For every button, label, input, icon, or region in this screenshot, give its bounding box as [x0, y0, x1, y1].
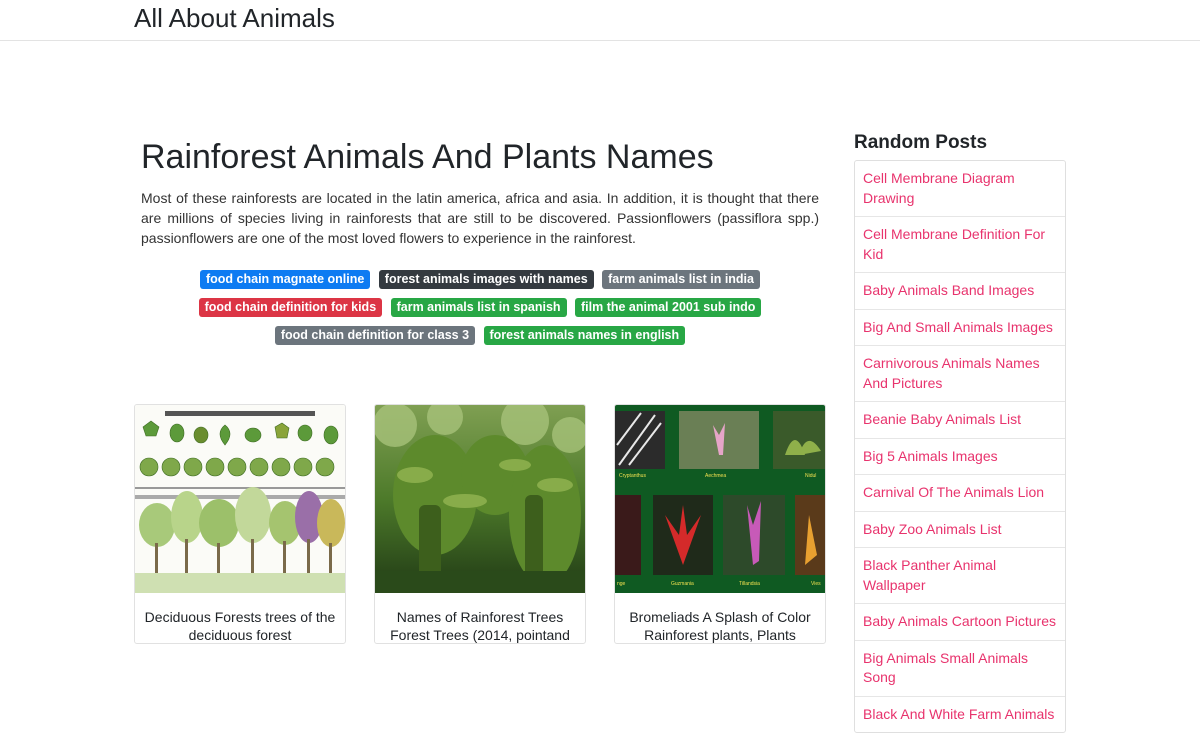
- tag-badge[interactable]: film the animal 2001 sub indo: [575, 298, 762, 317]
- random-post-link[interactable]: Carnival Of The Animals Lion: [855, 475, 1065, 512]
- page-title: Rainforest Animals And Plants Names: [141, 138, 714, 176]
- tag-badge[interactable]: food chain definition for class 3: [274, 326, 476, 345]
- top-navbar: All About Animals: [0, 0, 1200, 41]
- deciduous-forest-image: [135, 405, 345, 593]
- svg-text:Vies: Vies: [811, 581, 821, 587]
- tag-badge[interactable]: farm animals list in india: [602, 270, 760, 289]
- random-post-link[interactable]: Baby Zoo Animals List: [855, 512, 1065, 548]
- random-post-link[interactable]: Black Panther Animal Wallpaper: [855, 548, 1065, 604]
- card-caption[interactable]: Bromeliads A Splash of Color Rainforest …: [621, 608, 819, 643]
- svg-text:nge: nge: [617, 581, 626, 587]
- random-post-link[interactable]: Carnivorous Animals Names And Pictures: [855, 346, 1065, 402]
- random-post-link[interactable]: Big 5 Animals Images: [855, 439, 1065, 475]
- tag-badge[interactable]: food chain definition for kids: [198, 298, 383, 317]
- random-post-link[interactable]: Cell Membrane Diagram Drawing: [855, 161, 1065, 217]
- svg-text:Aechmea: Aechmea: [705, 473, 726, 479]
- svg-text:Tillandsia: Tillandsia: [739, 581, 760, 587]
- tag-badge[interactable]: forest animals images with names: [378, 270, 594, 289]
- random-post-link[interactable]: Cell Membrane Definition For Kid: [855, 217, 1065, 273]
- random-post-link[interactable]: Beanie Baby Animals List: [855, 402, 1065, 439]
- bromeliads-collage-image: Cryptanthus Aechmea Nidul nge Guzmania Tilla…: [615, 405, 825, 593]
- rainforest-trees-image: [375, 405, 585, 593]
- tag-badge[interactable]: farm animals list in spanish: [390, 298, 567, 317]
- sidebar-title: Random Posts: [854, 132, 988, 153]
- tag-badge[interactable]: forest animals names in english: [483, 326, 686, 345]
- svg-text:Guzmania: Guzmania: [671, 581, 694, 587]
- random-post-link[interactable]: Big And Small Animals Images: [855, 310, 1065, 346]
- svg-text:Cryptanthus: Cryptanthus: [619, 473, 646, 479]
- card-caption[interactable]: Deciduous Forests trees of the deciduous…: [141, 608, 339, 643]
- gallery-card[interactable]: Names of Rainforest Trees Forest Trees (…: [374, 404, 586, 644]
- random-post-link[interactable]: Big Animals Small Animals Song: [855, 641, 1065, 697]
- article-intro: Most of these rainforests are located in…: [141, 190, 819, 246]
- random-posts-list: Cell Membrane Diagram Drawing Cell Membr…: [854, 160, 1066, 733]
- svg-text:Nidul: Nidul: [805, 473, 816, 479]
- random-post-link[interactable]: Baby Animals Band Images: [855, 273, 1065, 310]
- random-post-link[interactable]: Baby Animals Cartoon Pictures: [855, 604, 1065, 641]
- gallery-card[interactable]: Cryptanthus Aechmea Nidul nge Guzmania Tilla…: [614, 404, 826, 644]
- tag-cloud: food chain magnate online forest animals…: [141, 265, 819, 349]
- tag-badge[interactable]: food chain magnate online: [200, 270, 371, 289]
- site-title-link[interactable]: All About Animals: [134, 3, 335, 33]
- random-post-link[interactable]: Black And White Farm Animals: [855, 697, 1065, 733]
- card-caption[interactable]: Names of Rainforest Trees Forest Trees (…: [381, 608, 579, 643]
- gallery-card[interactable]: Deciduous Forests trees of the deciduous…: [134, 404, 346, 644]
